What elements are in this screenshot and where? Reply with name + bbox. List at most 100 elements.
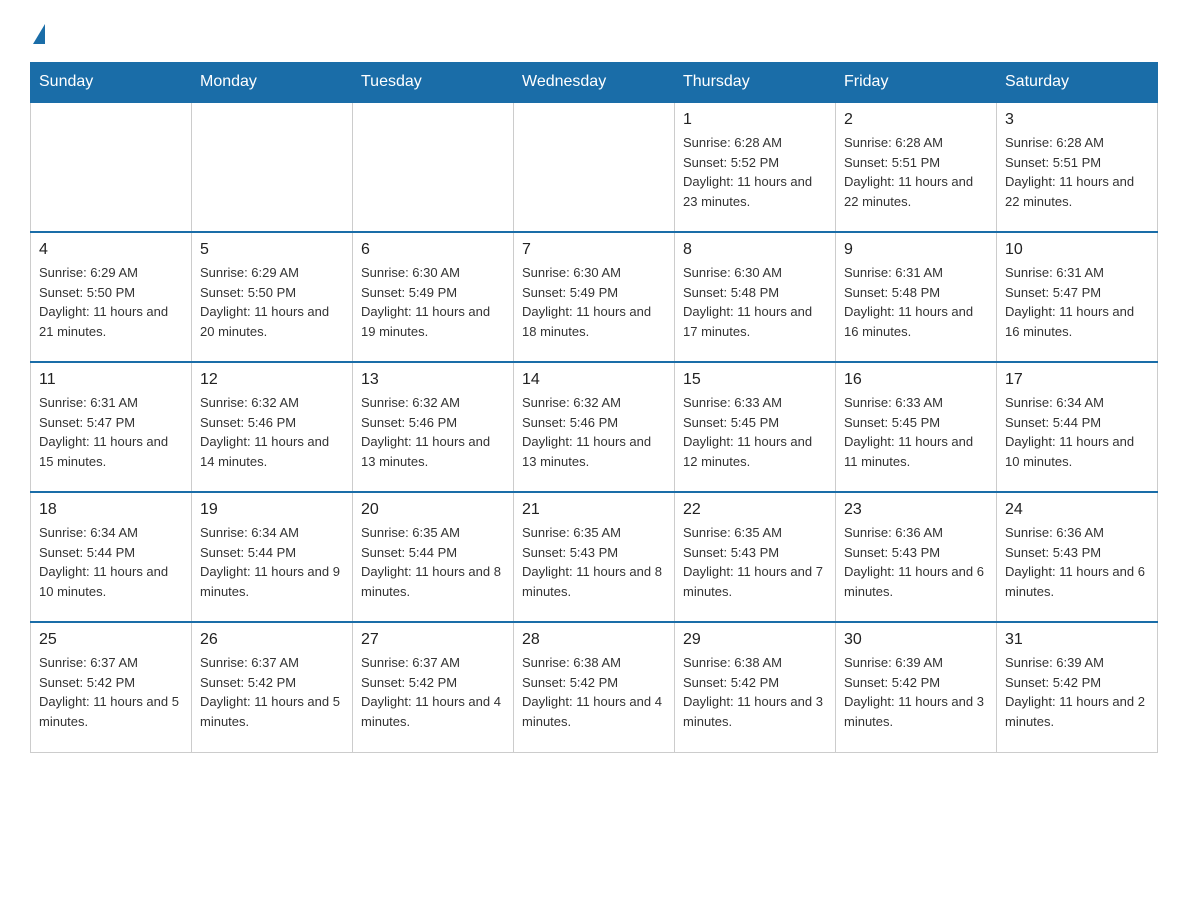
day-number: 7 (522, 241, 666, 259)
day-number: 31 (1005, 631, 1149, 649)
calendar-cell: 21 Sunrise: 6:35 AM Sunset: 5:43 PM Dayli… (514, 492, 675, 622)
calendar-cell: 30 Sunrise: 6:39 AM Sunset: 5:42 PM Dayli… (836, 622, 997, 752)
day-number: 9 (844, 241, 988, 259)
page-header (30, 20, 1158, 44)
calendar-cell (31, 102, 192, 232)
calendar-cell: 1Sunrise: 6:28 AM Sunset: 5:52 PM Daylig… (675, 102, 836, 232)
calendar-cell: 5 Sunrise: 6:29 AM Sunset: 5:50 PM Daylig… (192, 232, 353, 362)
day-info: Sunrise: 6:35 AM Sunset: 5:43 PM Dayligh… (683, 523, 827, 601)
calendar-cell (192, 102, 353, 232)
day-info: Sunrise: 6:36 AM Sunset: 5:43 PM Dayligh… (844, 523, 988, 601)
calendar-cell: 13Sunrise: 6:32 AM Sunset: 5:46 PM Dayli… (353, 362, 514, 492)
calendar-cell: 24Sunrise: 6:36 AM Sunset: 5:43 PM Dayli… (997, 492, 1158, 622)
weekday-header-friday: Friday (836, 63, 997, 103)
day-info: Sunrise: 6:39 AM Sunset: 5:42 PM Dayligh… (844, 653, 988, 731)
weekday-header-monday: Monday (192, 63, 353, 103)
day-info: Sunrise: 6:29 AM Sunset: 5:50 PM Dayligh… (39, 263, 183, 341)
calendar-cell: 26 Sunrise: 6:37 AM Sunset: 5:42 PM Dayli… (192, 622, 353, 752)
day-info: Sunrise: 6:37 AM Sunset: 5:42 PM Dayligh… (200, 653, 344, 731)
day-number: 26 (200, 631, 344, 649)
day-info: Sunrise: 6:37 AM Sunset: 5:42 PM Dayligh… (39, 653, 183, 731)
calendar-cell: 11Sunrise: 6:31 AM Sunset: 5:47 PM Dayli… (31, 362, 192, 492)
calendar-cell: 12 Sunrise: 6:32 AM Sunset: 5:46 PM Dayli… (192, 362, 353, 492)
day-info: Sunrise: 6:32 AM Sunset: 5:46 PM Dayligh… (200, 393, 344, 471)
weekday-header-tuesday: Tuesday (353, 63, 514, 103)
day-info: Sunrise: 6:36 AM Sunset: 5:43 PM Dayligh… (1005, 523, 1149, 601)
day-number: 20 (361, 501, 505, 519)
day-number: 3 (1005, 111, 1149, 129)
calendar-week-row: 18 Sunrise: 6:34 AM Sunset: 5:44 PM Dayli… (31, 492, 1158, 622)
calendar-cell: 7 Sunrise: 6:30 AM Sunset: 5:49 PM Daylig… (514, 232, 675, 362)
day-number: 15 (683, 371, 827, 389)
day-number: 23 (844, 501, 988, 519)
day-info: Sunrise: 6:33 AM Sunset: 5:45 PM Dayligh… (844, 393, 988, 471)
day-info: Sunrise: 6:35 AM Sunset: 5:43 PM Dayligh… (522, 523, 666, 601)
calendar-cell: 9 Sunrise: 6:31 AM Sunset: 5:48 PM Daylig… (836, 232, 997, 362)
day-info: Sunrise: 6:34 AM Sunset: 5:44 PM Dayligh… (1005, 393, 1149, 471)
day-info: Sunrise: 6:31 AM Sunset: 5:47 PM Dayligh… (39, 393, 183, 471)
day-info: Sunrise: 6:37 AM Sunset: 5:42 PM Dayligh… (361, 653, 505, 731)
calendar-cell: 17Sunrise: 6:34 AM Sunset: 5:44 PM Dayli… (997, 362, 1158, 492)
calendar-cell: 25Sunrise: 6:37 AM Sunset: 5:42 PM Dayli… (31, 622, 192, 752)
day-number: 4 (39, 241, 183, 259)
day-number: 21 (522, 501, 666, 519)
day-number: 18 (39, 501, 183, 519)
calendar-table: SundayMondayTuesdayWednesdayThursdayFrid… (30, 62, 1158, 753)
day-info: Sunrise: 6:39 AM Sunset: 5:42 PM Dayligh… (1005, 653, 1149, 731)
calendar-header-row: SundayMondayTuesdayWednesdayThursdayFrid… (31, 63, 1158, 103)
day-number: 14 (522, 371, 666, 389)
calendar-cell: 27 Sunrise: 6:37 AM Sunset: 5:42 PM Dayli… (353, 622, 514, 752)
calendar-cell: 28 Sunrise: 6:38 AM Sunset: 5:42 PM Dayli… (514, 622, 675, 752)
day-number: 8 (683, 241, 827, 259)
calendar-cell: 23 Sunrise: 6:36 AM Sunset: 5:43 PM Dayli… (836, 492, 997, 622)
day-info: Sunrise: 6:35 AM Sunset: 5:44 PM Dayligh… (361, 523, 505, 601)
day-info: Sunrise: 6:31 AM Sunset: 5:48 PM Dayligh… (844, 263, 988, 341)
day-number: 10 (1005, 241, 1149, 259)
calendar-cell: 31 Sunrise: 6:39 AM Sunset: 5:42 PM Dayli… (997, 622, 1158, 752)
calendar-cell (514, 102, 675, 232)
weekday-header-wednesday: Wednesday (514, 63, 675, 103)
calendar-cell: 2 Sunrise: 6:28 AM Sunset: 5:51 PM Daylig… (836, 102, 997, 232)
calendar-week-row: 1Sunrise: 6:28 AM Sunset: 5:52 PM Daylig… (31, 102, 1158, 232)
calendar-cell: 8 Sunrise: 6:30 AM Sunset: 5:48 PM Daylig… (675, 232, 836, 362)
day-info: Sunrise: 6:31 AM Sunset: 5:47 PM Dayligh… (1005, 263, 1149, 341)
calendar-week-row: 4 Sunrise: 6:29 AM Sunset: 5:50 PM Daylig… (31, 232, 1158, 362)
day-number: 30 (844, 631, 988, 649)
day-info: Sunrise: 6:30 AM Sunset: 5:49 PM Dayligh… (522, 263, 666, 341)
calendar-cell: 16 Sunrise: 6:33 AM Sunset: 5:45 PM Dayli… (836, 362, 997, 492)
calendar-cell (353, 102, 514, 232)
calendar-cell: 19 Sunrise: 6:34 AM Sunset: 5:44 PM Dayli… (192, 492, 353, 622)
day-number: 29 (683, 631, 827, 649)
day-number: 28 (522, 631, 666, 649)
day-number: 12 (200, 371, 344, 389)
calendar-cell: 10 Sunrise: 6:31 AM Sunset: 5:47 PM Dayli… (997, 232, 1158, 362)
day-info: Sunrise: 6:33 AM Sunset: 5:45 PM Dayligh… (683, 393, 827, 471)
weekday-header-saturday: Saturday (997, 63, 1158, 103)
day-info: Sunrise: 6:34 AM Sunset: 5:44 PM Dayligh… (200, 523, 344, 601)
calendar-cell: 22 Sunrise: 6:35 AM Sunset: 5:43 PM Dayli… (675, 492, 836, 622)
day-number: 19 (200, 501, 344, 519)
day-info: Sunrise: 6:34 AM Sunset: 5:44 PM Dayligh… (39, 523, 183, 601)
day-number: 16 (844, 371, 988, 389)
day-info: Sunrise: 6:28 AM Sunset: 5:51 PM Dayligh… (844, 133, 988, 211)
logo-triangle-icon (33, 24, 45, 44)
day-number: 27 (361, 631, 505, 649)
calendar-cell: 6 Sunrise: 6:30 AM Sunset: 5:49 PM Daylig… (353, 232, 514, 362)
weekday-header-thursday: Thursday (675, 63, 836, 103)
day-info: Sunrise: 6:30 AM Sunset: 5:48 PM Dayligh… (683, 263, 827, 341)
day-number: 6 (361, 241, 505, 259)
calendar-cell: 4 Sunrise: 6:29 AM Sunset: 5:50 PM Daylig… (31, 232, 192, 362)
calendar-cell: 18 Sunrise: 6:34 AM Sunset: 5:44 PM Dayli… (31, 492, 192, 622)
day-info: Sunrise: 6:38 AM Sunset: 5:42 PM Dayligh… (683, 653, 827, 731)
day-info: Sunrise: 6:29 AM Sunset: 5:50 PM Dayligh… (200, 263, 344, 341)
calendar-week-row: 11Sunrise: 6:31 AM Sunset: 5:47 PM Dayli… (31, 362, 1158, 492)
logo (30, 20, 45, 44)
calendar-cell: 14Sunrise: 6:32 AM Sunset: 5:46 PM Dayli… (514, 362, 675, 492)
day-number: 5 (200, 241, 344, 259)
calendar-cell: 29 Sunrise: 6:38 AM Sunset: 5:42 PM Dayli… (675, 622, 836, 752)
day-info: Sunrise: 6:38 AM Sunset: 5:42 PM Dayligh… (522, 653, 666, 731)
day-number: 2 (844, 111, 988, 129)
day-info: Sunrise: 6:30 AM Sunset: 5:49 PM Dayligh… (361, 263, 505, 341)
calendar-cell: 3Sunrise: 6:28 AM Sunset: 5:51 PM Daylig… (997, 102, 1158, 232)
day-number: 22 (683, 501, 827, 519)
